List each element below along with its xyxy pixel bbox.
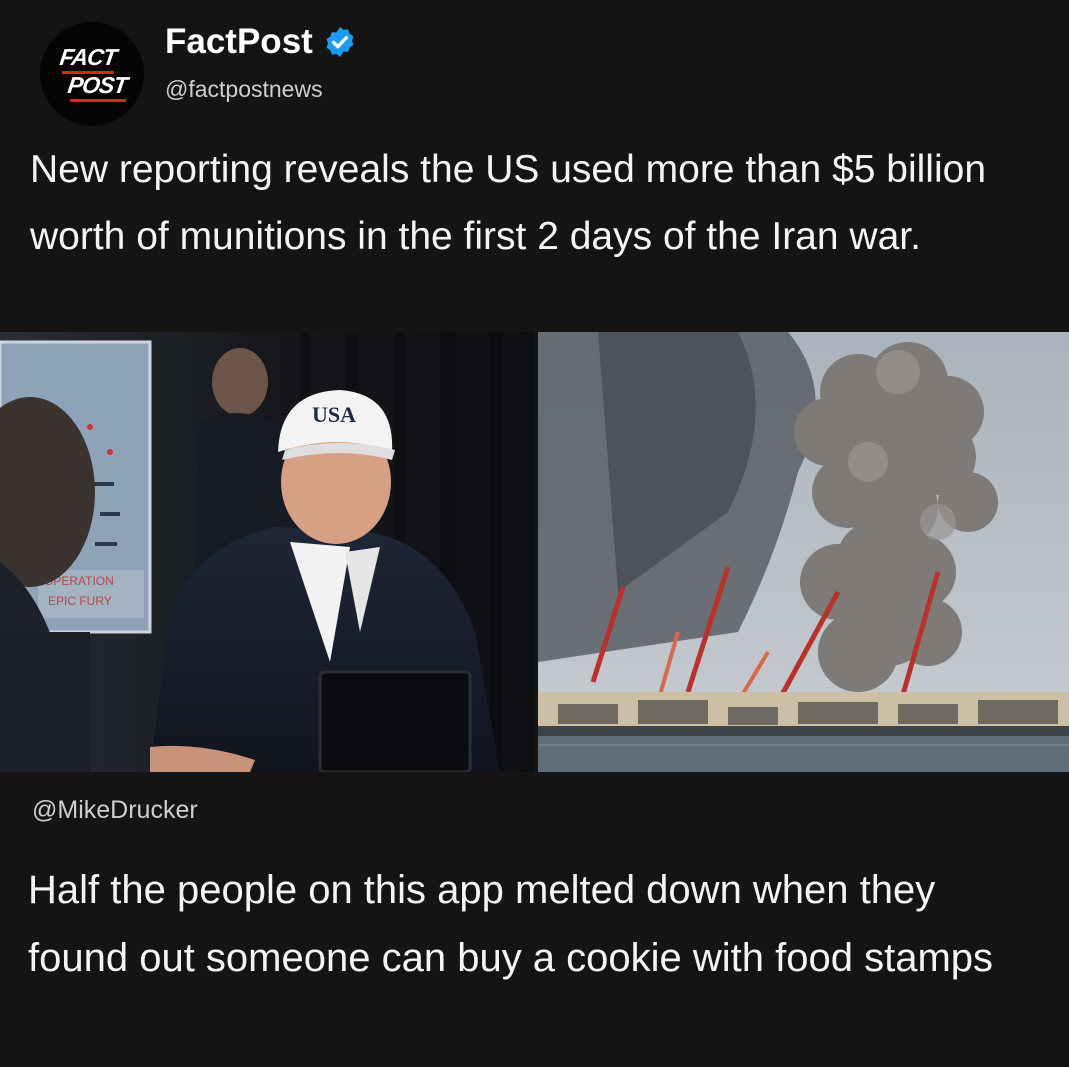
quote-credit[interactable]: @MikeDrucker [32, 796, 198, 825]
photo-situation-room[interactable]: OPERATION EPIC FURY USA [0, 332, 534, 772]
photo-explosion-harbor[interactable] [538, 332, 1069, 772]
quote-text: Half the people on this app melted down … [28, 868, 994, 980]
verified-badge-icon [326, 27, 354, 57]
media-grid: OPERATION EPIC FURY USA [0, 332, 1069, 772]
display-name-row[interactable]: FactPost [165, 22, 357, 62]
post-text: New reporting reveals the US used more t… [30, 148, 987, 258]
display-name[interactable]: FactPost [165, 22, 313, 62]
post-header: FACT POST FactPost @factpostnews [40, 14, 1040, 126]
handle[interactable]: @factpostnews [165, 76, 323, 103]
cap-text: USA [312, 402, 356, 427]
avatar-logo-bottom: POST [66, 72, 129, 98]
map-sign-line2: EPIC FURY [48, 594, 112, 608]
avatar-logo-top: FACT [58, 44, 118, 70]
avatar[interactable]: FACT POST [40, 22, 144, 126]
explosion-harbor-image [538, 332, 1069, 772]
avatar-logo-bar-bottom [70, 99, 126, 102]
situation-room-image: OPERATION EPIC FURY USA [0, 332, 534, 772]
